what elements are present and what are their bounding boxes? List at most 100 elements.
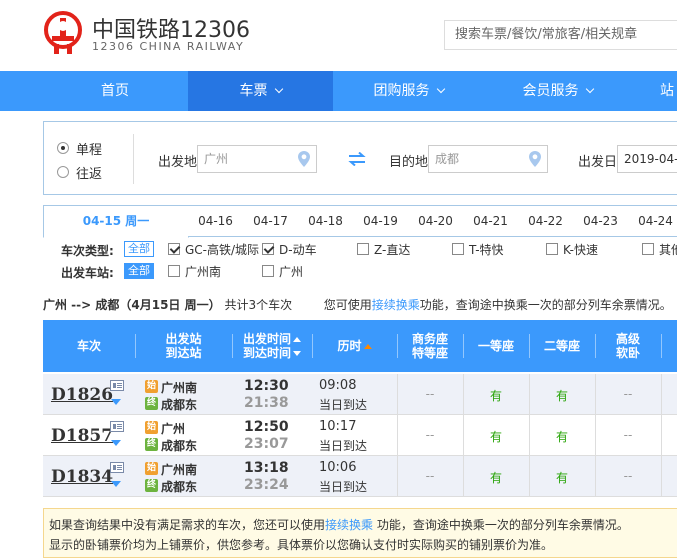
from-station[interactable]: 广州南 [161, 379, 197, 396]
date-value: 2019-04-1 [624, 152, 677, 166]
notice-transfer-link[interactable]: 接续换乘 [325, 518, 373, 532]
expand-arrow-icon[interactable] [111, 481, 121, 487]
date-tab[interactable]: 04-23 [573, 205, 629, 237]
train-number-link[interactable]: D1857 [51, 426, 113, 446]
station-filter-label: 出发车站: [61, 266, 114, 280]
to-station-input[interactable]: 成都 [428, 145, 548, 173]
seat-first[interactable]: 有 [463, 428, 529, 445]
from-station-value: 广州 [204, 152, 229, 166]
seat-second[interactable]: 有 [529, 428, 595, 445]
from-station-input[interactable]: 广州 [197, 145, 317, 173]
header: 中国铁路12306 12306 CHINA RAILWAY 搜索车票/餐饮/常旅… [0, 0, 677, 71]
seat-second[interactable]: 有 [529, 469, 595, 486]
nav-tickets[interactable]: 车票 [188, 71, 333, 111]
nav-tickets-label: 车票 [239, 83, 268, 99]
main-nav: 首页 车票 团购服务 会员服务 站 [0, 71, 677, 111]
radio-dot [57, 142, 69, 154]
col-soft2-label: 软卧 [615, 346, 640, 360]
col-duration-label: 历时 [337, 339, 362, 353]
to-station[interactable]: 成都东 [161, 478, 197, 495]
notice-box: 如果查询结果中没有满足需求的车次，您还可以使用接续换乘 功能，查询途中换乘一次的… [43, 508, 677, 558]
col-duration[interactable]: 历时 [312, 320, 397, 372]
seat-soft-sleeper: -- [623, 428, 633, 442]
seat-business: -- [425, 428, 435, 442]
chevron-down-icon [274, 84, 283, 94]
from-station[interactable]: 广州南 [161, 461, 197, 478]
filter-k-label: K-快速 [563, 243, 598, 257]
nav-station[interactable]: 站 [660, 71, 677, 111]
expand-arrow-icon[interactable] [111, 399, 121, 405]
radio-dot [57, 166, 69, 178]
all-types-button[interactable]: 全部 [124, 241, 154, 257]
col-train: 车次 [43, 320, 135, 372]
col-times[interactable]: 出发时间 到达时间 [232, 320, 312, 372]
seat-first[interactable]: 有 [463, 469, 529, 486]
radio-one-way[interactable]: 单程 [57, 139, 127, 158]
arrival-time: 23:07 [244, 436, 289, 452]
start-station-icon: 始 [145, 421, 158, 434]
chevron-down-icon [436, 84, 445, 94]
checkbox [168, 265, 180, 277]
table-row: D1834 始 终 广州南 成都东 13:18 23:24 10:06 当日到达… [43, 456, 677, 497]
sort-arr[interactable]: 到达时间 [243, 346, 301, 360]
sort-down-icon [293, 351, 301, 356]
nav-member-label: 会员服务 [522, 83, 579, 99]
train-info-icon[interactable] [110, 421, 124, 432]
date-tab[interactable]: 04-24 [628, 205, 677, 237]
duration: 09:08 [319, 378, 357, 393]
nav-member-service[interactable]: 会员服务 [485, 71, 630, 111]
railway-logo-icon[interactable] [43, 10, 83, 54]
checkbox [262, 243, 274, 255]
expand-arrow-icon[interactable] [111, 440, 121, 446]
all-stations-button[interactable]: 全部 [124, 263, 154, 279]
seat-second[interactable]: 有 [529, 387, 595, 404]
col-station2-label: 到达站 [165, 346, 202, 360]
to-station[interactable]: 成都东 [161, 396, 197, 413]
end-station-icon: 终 [145, 438, 158, 451]
date-tab[interactable]: 04-21 [463, 205, 519, 237]
train-number-link[interactable]: D1834 [51, 467, 113, 487]
col-time2-label: 到达时间 [242, 346, 291, 360]
result-summary: 广州 --> 成都（4月15日 周一） 共计3个车次 您可使用接续换乘功能，查询… [43, 296, 677, 313]
radio-round-trip[interactable]: 往返 [57, 163, 127, 182]
train-info-icon[interactable] [110, 380, 124, 391]
train-info-icon[interactable] [110, 462, 124, 473]
date-tab[interactable]: 04-20 [408, 205, 464, 237]
from-station[interactable]: 广州 [161, 420, 185, 437]
date-tabs: 04-15 周一 04-16 04-17 04-18 04-19 04-20 0… [43, 205, 677, 238]
duration: 10:17 [319, 419, 357, 434]
seat-soft-sleeper: -- [623, 469, 633, 483]
search-input[interactable]: 搜索车票/餐饮/常旅客/相关规章 [444, 20, 677, 50]
train-number-link[interactable]: D1826 [51, 385, 113, 405]
route-text: 广州 --> 成都（4月15日 周一） [43, 298, 221, 312]
divider [661, 334, 662, 358]
nav-home[interactable]: 首页 [45, 71, 185, 111]
col-first: 一等座 [463, 320, 529, 372]
swap-stations-icon[interactable] [347, 152, 367, 166]
sort-up-icon [293, 337, 301, 342]
date-tab[interactable]: 04-22 [518, 205, 574, 237]
nav-group-service[interactable]: 团购服务 [336, 71, 481, 111]
to-station[interactable]: 成都东 [161, 437, 197, 454]
table-row: D1826 始 终 广州南 成都东 12:30 21:38 09:08 当日到达… [43, 374, 677, 415]
notice-line-1: 如果查询结果中没有满足需求的车次，您还可以使用接续换乘 功能，查询途中换乘一次的… [49, 515, 677, 535]
checkbox [452, 243, 464, 255]
transfer-link[interactable]: 接续换乘 [372, 298, 420, 312]
date-tab[interactable]: 04-19 [353, 205, 409, 237]
from-label: 出发地 [158, 155, 198, 170]
seat-first[interactable]: 有 [463, 387, 529, 404]
date-tab[interactable]: 04-15 周一 [43, 205, 189, 238]
col-business: 商务座 特等座 [397, 320, 463, 372]
date-tab[interactable]: 04-17 [243, 205, 299, 237]
date-input[interactable]: 2019-04-1 [617, 145, 677, 173]
date-tab[interactable]: 04-18 [298, 205, 354, 237]
seat-business: -- [425, 387, 435, 401]
arrival-time: 21:38 [244, 395, 289, 411]
nav-home-label: 首页 [101, 83, 129, 99]
date-tab[interactable]: 04-16 [188, 205, 244, 237]
sort-dep[interactable]: 出发时间 [243, 332, 301, 346]
divider [661, 415, 662, 456]
filter-z-label: Z-直达 [374, 243, 411, 257]
to-station-value: 成都 [435, 152, 460, 166]
col-second-label: 二等座 [543, 339, 580, 353]
